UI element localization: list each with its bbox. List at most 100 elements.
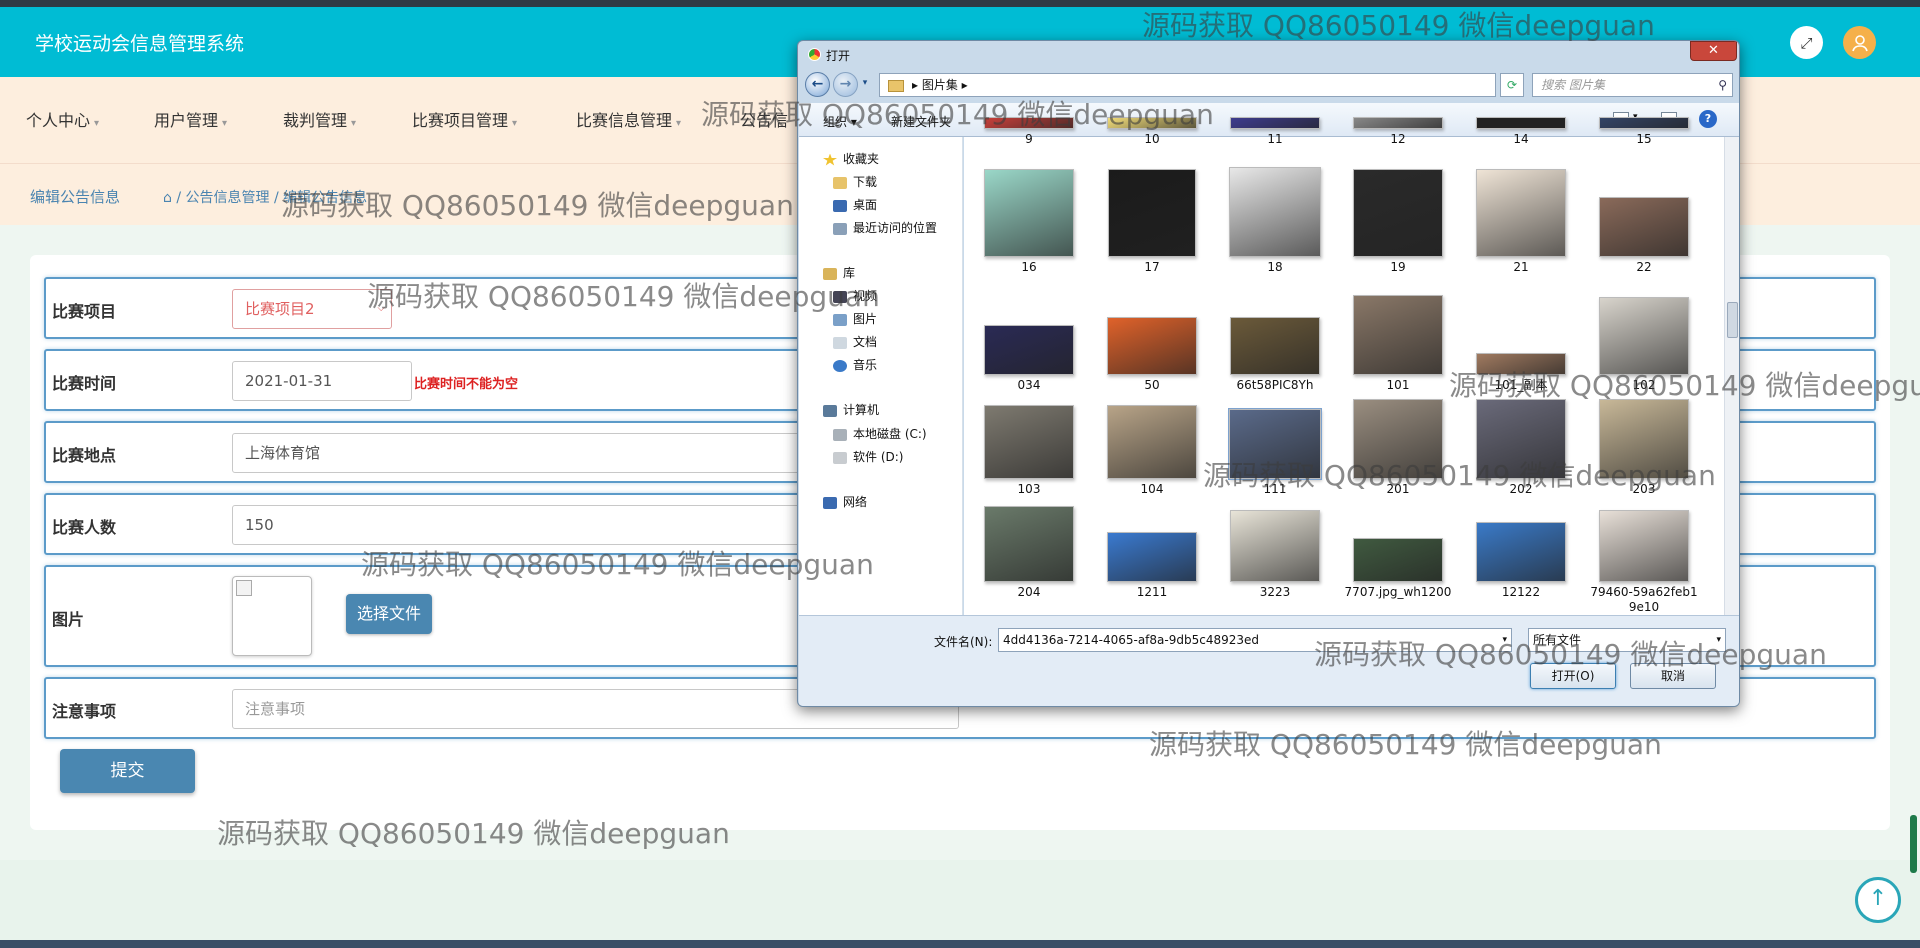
file-item[interactable]: 17 [1097, 169, 1207, 275]
scrollbar-thumb[interactable] [1727, 302, 1738, 338]
filetype-select[interactable]: 所有文件 ▾ [1528, 628, 1726, 652]
file-item[interactable]: 14 [1466, 117, 1576, 147]
file-name: 1211 [1136, 585, 1168, 599]
file-item[interactable]: 204 [974, 506, 1084, 600]
file-item[interactable]: 16 [974, 169, 1084, 275]
place-label: 比赛地点 [52, 446, 117, 465]
page-scrollbar[interactable] [1910, 815, 1917, 873]
nav-drive-d[interactable]: 软件 (D:) [833, 448, 903, 465]
file-item[interactable]: 79460-59a62feb19e10 [1589, 510, 1699, 615]
help-icon[interactable]: ? [1699, 110, 1717, 128]
back-icon[interactable]: ← [805, 72, 830, 97]
submit-button[interactable]: 提交 [60, 749, 195, 793]
nav-favorites[interactable]: 收藏夹 [823, 150, 879, 167]
back-to-top-icon[interactable]: ↑ [1855, 877, 1901, 923]
organize-button[interactable]: 组织 ▾ [823, 113, 857, 130]
nav-videos[interactable]: 视频 [833, 287, 877, 304]
time-input[interactable]: 2021-01-31 [232, 361, 412, 401]
choose-file-button[interactable]: 选择文件 [346, 594, 432, 634]
drive-icon [833, 428, 847, 441]
chevron-down-icon: ▾ [1716, 635, 1721, 645]
file-thumbnail [984, 325, 1074, 375]
file-item[interactable]: 103 [974, 405, 1084, 497]
file-name: 202 [1509, 482, 1533, 496]
download-folder-icon [833, 176, 847, 189]
file-item[interactable]: 104 [1097, 405, 1207, 497]
file-item[interactable]: 3223 [1220, 510, 1330, 600]
open-button[interactable]: 打开(O) [1530, 663, 1616, 689]
nav-drive-c[interactable]: 本地磁盘 (C:) [833, 425, 927, 442]
nav-desktop[interactable]: 桌面 [833, 196, 877, 213]
file-list-scrollbar[interactable] [1724, 137, 1739, 615]
nav-downloads[interactable]: 下载 [833, 173, 877, 190]
file-item[interactable]: 10 [1097, 117, 1207, 147]
file-item[interactable]: 1211 [1097, 532, 1207, 600]
menu-referee-management[interactable]: 裁判管理 ▾ [283, 107, 356, 131]
app-title: 学校运动会信息管理系统 [35, 33, 245, 55]
project-select[interactable]: 比赛项目2 ⌵ [232, 289, 392, 329]
cancel-button[interactable]: 取消 [1630, 663, 1716, 689]
file-thumbnail [1107, 117, 1197, 129]
home-icon[interactable]: ⌂ [163, 190, 172, 206]
nav-music[interactable]: 音乐 [833, 356, 877, 373]
caret-down-icon: ▾ [351, 118, 357, 129]
menu-personal-center[interactable]: 个人中心 ▾ [26, 107, 99, 131]
file-item[interactable]: 50 [1097, 317, 1207, 393]
menu-user-management[interactable]: 用户管理 ▾ [154, 107, 227, 131]
file-thumbnail [1353, 117, 1443, 129]
computer-icon [823, 404, 837, 417]
file-item[interactable]: 7707.jpg_wh1200 [1343, 538, 1453, 600]
file-item[interactable]: 15 [1589, 117, 1699, 147]
avatar[interactable] [1843, 26, 1876, 59]
documents-icon [833, 336, 847, 349]
file-item[interactable]: 11 [1220, 117, 1330, 147]
file-item[interactable]: 66t58PIC8Yh [1220, 317, 1330, 393]
nav-network[interactable]: 网络 [823, 493, 867, 510]
file-item[interactable]: 12122 [1466, 522, 1576, 600]
history-dropdown-icon[interactable]: ▾ [859, 72, 871, 97]
search-input[interactable]: 搜索 图片集 ⚲ [1532, 73, 1733, 97]
refresh-icon[interactable]: ⟳ [1500, 73, 1524, 97]
address-bar[interactable]: ▸ 图片集 ▸ [879, 73, 1496, 97]
file-thumbnail [984, 169, 1074, 257]
file-name: 17 [1144, 260, 1160, 274]
time-error: 比赛时间不能为空 [414, 377, 519, 392]
file-thumbnail [1353, 295, 1443, 375]
menu-event-project-management[interactable]: 比赛项目管理 ▾ [412, 107, 517, 131]
close-icon[interactable]: ✕ [1690, 41, 1737, 61]
fullscreen-icon[interactable]: ⤢ [1790, 26, 1823, 59]
nav-computer[interactable]: 计算机 [823, 401, 879, 418]
file-item[interactable]: 203 [1589, 399, 1699, 497]
file-item[interactable]: 21 [1466, 169, 1576, 275]
file-name: 3223 [1259, 585, 1291, 599]
file-item[interactable]: 111 [1220, 408, 1330, 497]
menu-notice[interactable]: 公告信 [740, 107, 788, 131]
menu-event-info-management[interactable]: 比赛信息管理 ▾ [576, 107, 681, 131]
file-item[interactable]: 12 [1343, 117, 1453, 147]
forward-icon[interactable]: → [833, 72, 858, 97]
file-item[interactable]: 034 [974, 325, 1084, 393]
file-item[interactable]: 9 [974, 117, 1084, 147]
new-folder-button[interactable]: 新建文件夹 [891, 113, 951, 130]
os-taskbar [0, 940, 1920, 948]
filename-input[interactable]: 4dd4136a-7214-4065-af8a-9db5c48923ed ▾ [998, 628, 1512, 652]
nav-libraries[interactable]: 库 [823, 264, 855, 281]
file-item[interactable]: 22 [1589, 197, 1699, 275]
nav-documents[interactable]: 文档 [833, 333, 877, 350]
nav-pictures[interactable]: 图片 [833, 310, 877, 327]
file-item[interactable]: 102 [1589, 297, 1699, 393]
chevron-down-icon[interactable]: ▾ [1502, 629, 1507, 651]
breadcrumb-link[interactable]: 公告信息管理 [186, 190, 270, 206]
nav-recent[interactable]: 最近访问的位置 [833, 219, 937, 236]
file-item[interactable]: 101_副本 [1466, 353, 1576, 393]
breadcrumb-path: ⌂ / 公告信息管理 / 编辑公告信息 [163, 190, 368, 206]
file-item[interactable]: 101 [1343, 295, 1453, 393]
file-thumbnail [1599, 117, 1689, 129]
file-item[interactable]: 201 [1343, 399, 1453, 497]
file-item[interactable]: 202 [1466, 399, 1576, 497]
project-label: 比赛项目 [52, 302, 117, 321]
file-item[interactable]: 19 [1343, 169, 1453, 275]
file-name: 16 [1021, 260, 1037, 274]
file-name: 14 [1513, 132, 1529, 146]
file-item[interactable]: 18 [1220, 167, 1330, 275]
